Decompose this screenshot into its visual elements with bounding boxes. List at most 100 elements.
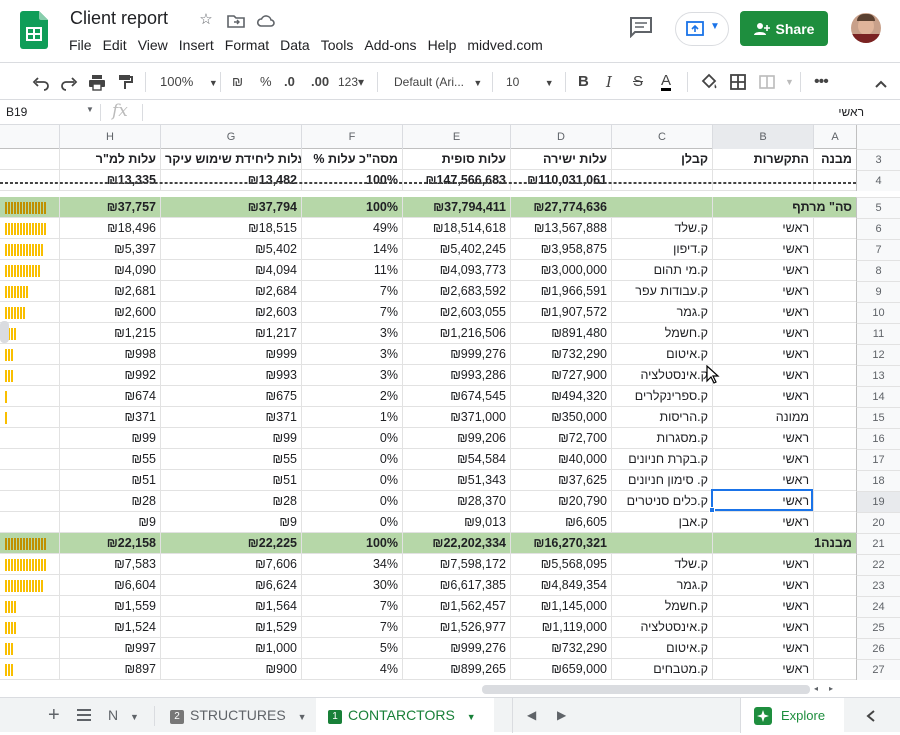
cell-f-6[interactable]: 49% (301, 218, 402, 238)
cell-a-13[interactable] (813, 365, 856, 385)
menu-addons[interactable]: Add-ons (363, 37, 423, 53)
sparkline-cell-6[interactable] (0, 218, 59, 238)
sparkline-cell-8[interactable] (0, 260, 59, 280)
cell-e-6[interactable]: ₪18,514,618 (402, 218, 510, 238)
cell-d-10[interactable]: ₪1,907,572 (510, 302, 611, 322)
cell-e-3[interactable]: עלות סופית (402, 149, 510, 169)
sparkline-cell-13[interactable] (0, 365, 59, 385)
cell-e-14[interactable]: ₪674,545 (402, 386, 510, 406)
cell-a-12[interactable] (813, 344, 856, 364)
row-header[interactable]: 20 (856, 512, 900, 533)
sparkline-cell-12[interactable] (0, 344, 59, 364)
font-family-select[interactable]: Default (Ari... ▼ (394, 73, 482, 91)
cell-e-16[interactable]: ₪99,206 (402, 428, 510, 448)
cell-b-25[interactable]: ראשי (712, 617, 813, 637)
cell-h-14[interactable]: ₪674 (59, 386, 160, 406)
cell-f-17[interactable]: 0% (301, 449, 402, 469)
cell-f-13[interactable]: 3% (301, 365, 402, 385)
cell-h-10[interactable]: ₪2,600 (59, 302, 160, 322)
cell-c-24[interactable]: ק.חשמל (611, 596, 712, 616)
cell-f-22[interactable]: 34% (301, 554, 402, 574)
cell-a-10[interactable] (813, 302, 856, 322)
cell-f-18[interactable]: 0% (301, 470, 402, 490)
cell-f-26[interactable]: 5% (301, 638, 402, 658)
cell-f-25[interactable]: 7% (301, 617, 402, 637)
cell-e-12[interactable]: ₪999,276 (402, 344, 510, 364)
font-size-select[interactable]: 10 ▼ (506, 73, 554, 91)
menu-midved[interactable]: midved.com (466, 37, 549, 53)
sparkline-cell-7[interactable] (0, 239, 59, 259)
cell-b-26[interactable]: ראשי (712, 638, 813, 658)
cell-b-18[interactable]: ראשי (712, 470, 813, 490)
cell-c-16[interactable]: ק.מסגרות (611, 428, 712, 448)
cell-b-22[interactable]: ראשי (712, 554, 813, 574)
merge-dropdown-icon[interactable]: ▼ (785, 73, 794, 91)
row-header[interactable]: 17 (856, 449, 900, 470)
sheet-tab-structures[interactable]: 2 STRUCTURES ▼ (158, 698, 318, 733)
cell-d-19[interactable]: ₪20,790 (510, 491, 611, 511)
cell-a-18[interactable] (813, 470, 856, 490)
vertical-scrollbar[interactable] (0, 321, 9, 343)
menu-tools[interactable]: Tools (320, 37, 361, 53)
cell-a-20[interactable] (813, 512, 856, 532)
explore-button[interactable]: Explore (740, 698, 844, 733)
column-header-a[interactable]: A (813, 125, 856, 149)
cell-c-11[interactable]: ק.חשמל (611, 323, 712, 343)
sparkline-cell-24[interactable] (0, 596, 59, 616)
cell-g-18[interactable]: ₪51 (160, 470, 301, 490)
cell-d-27[interactable]: ₪659,000 (510, 659, 611, 679)
column-header-f[interactable]: F (301, 125, 402, 149)
cell-f-15[interactable]: 1% (301, 407, 402, 427)
cell-g-8[interactable]: ₪4,094 (160, 260, 301, 280)
sheet-tab-contarctors[interactable]: 1 CONTARCTORS ▼ (316, 698, 494, 733)
cell-a-6[interactable] (813, 218, 856, 238)
cell-g-13[interactable]: ₪993 (160, 365, 301, 385)
cell-a-11[interactable] (813, 323, 856, 343)
cell-f-14[interactable]: 2% (301, 386, 402, 406)
sheet-tab-partial[interactable]: N ▼ (96, 698, 151, 733)
cell-f-10[interactable]: 7% (301, 302, 402, 322)
cell-b-6[interactable]: ראשי (712, 218, 813, 238)
cell-a-17[interactable] (813, 449, 856, 469)
cell-a-3[interactable]: מבנה (813, 149, 856, 169)
cell-h-9[interactable]: ₪2,681 (59, 281, 160, 301)
star-icon[interactable]: ☆ (196, 10, 216, 30)
cell-g-25[interactable]: ₪1,529 (160, 617, 301, 637)
row-header[interactable]: 23 (856, 575, 900, 596)
cell-h-15[interactable]: ₪371 (59, 407, 160, 427)
collapse-side-panel-icon[interactable] (866, 710, 876, 722)
row-header[interactable]: 16 (856, 428, 900, 449)
cell-h-7[interactable]: ₪5,397 (59, 239, 160, 259)
cell-d-25[interactable]: ₪1,119,000 (510, 617, 611, 637)
cell-b-20[interactable]: ראשי (712, 512, 813, 532)
cell-h-20[interactable]: ₪9 (59, 512, 160, 532)
sparkline-cell-19[interactable] (0, 491, 59, 511)
selection-box[interactable] (709, 489, 813, 513)
column-header-g[interactable]: G (160, 125, 301, 149)
row-header[interactable]: 19 (856, 491, 900, 512)
cell-h-27[interactable]: ₪897 (59, 659, 160, 679)
sparkline-cell-14[interactable] (0, 386, 59, 406)
horizontal-scrollbar[interactable] (482, 685, 810, 694)
cell-c-8[interactable]: ק.מי תהום (611, 260, 712, 280)
cell-a-7[interactable] (813, 239, 856, 259)
cell-e-8[interactable]: ₪4,093,773 (402, 260, 510, 280)
cell-h-12[interactable]: ₪998 (59, 344, 160, 364)
cell-e-11[interactable]: ₪1,216,506 (402, 323, 510, 343)
cell-h-19[interactable]: ₪28 (59, 491, 160, 511)
column-header-c[interactable]: C (611, 125, 712, 149)
print-icon[interactable] (88, 73, 106, 91)
cell-e-9[interactable]: ₪2,683,592 (402, 281, 510, 301)
row-header[interactable]: 22 (856, 554, 900, 575)
cell-b-9[interactable]: ראשי (712, 281, 813, 301)
cell-e-23[interactable]: ₪6,617,385 (402, 575, 510, 595)
row-header[interactable]: 18 (856, 470, 900, 491)
cell-c-6[interactable]: ק.שלד (611, 218, 712, 238)
present-button[interactable]: ▼ (675, 12, 729, 46)
scroll-tabs-left-icon[interactable]: ◀ (515, 698, 548, 733)
cell-d-20[interactable]: ₪6,605 (510, 512, 611, 532)
cell-c-4[interactable] (611, 170, 712, 190)
scroll-right-icon[interactable]: ▸ (829, 684, 833, 693)
cell-d-12[interactable]: ₪732,290 (510, 344, 611, 364)
cell-g-16[interactable]: ₪99 (160, 428, 301, 448)
